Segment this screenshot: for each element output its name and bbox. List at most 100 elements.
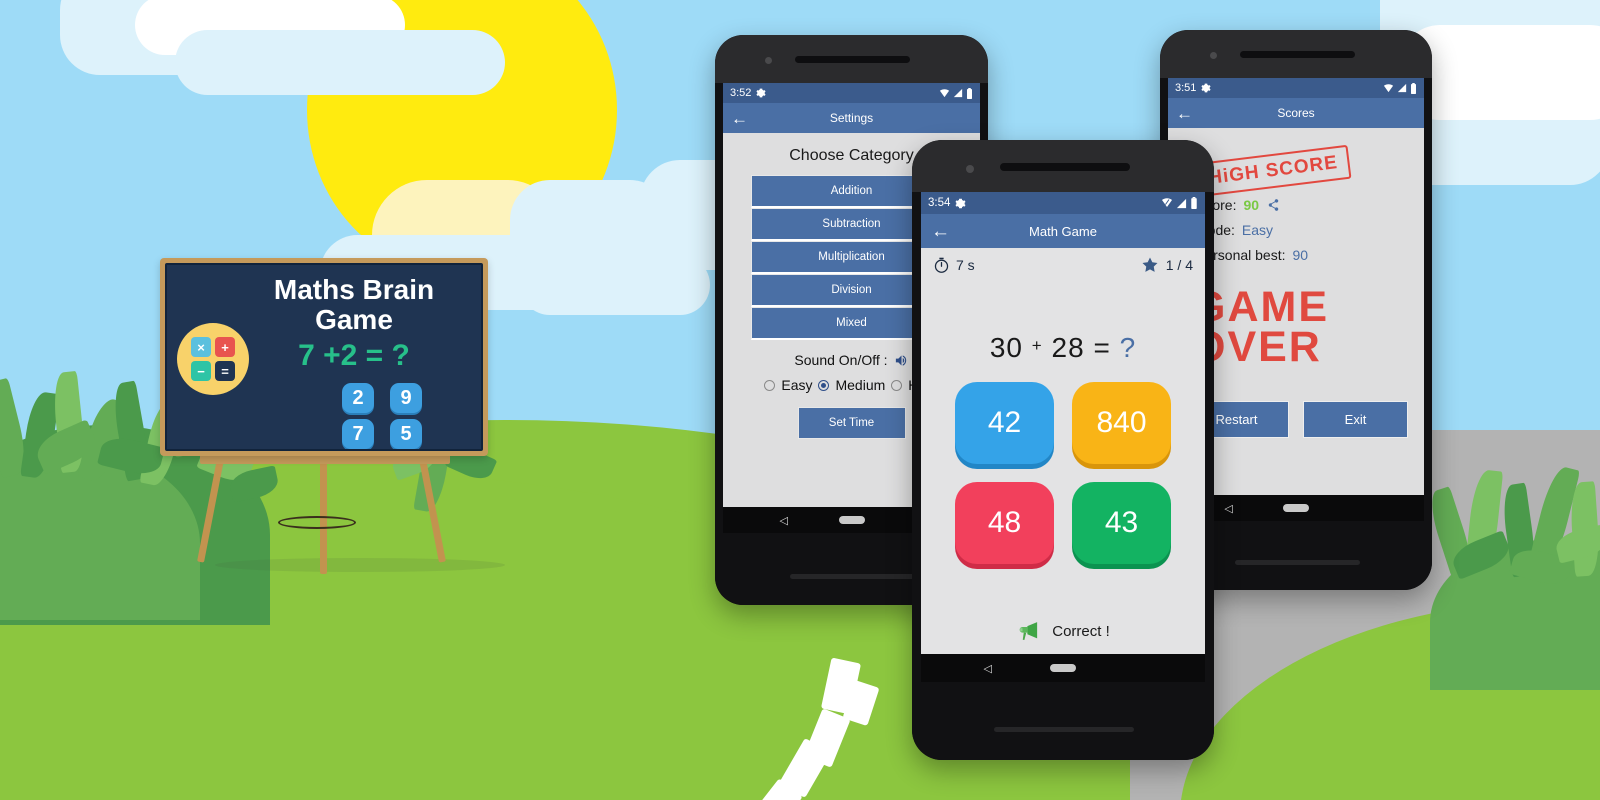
gear-icon [1201,83,1211,93]
nav-home-icon[interactable] [1283,504,1309,512]
radio-medium[interactable] [818,379,830,391]
scores-title: Scores [1277,106,1315,120]
sound-label: Sound On/Off : [794,352,888,368]
game-navbar: ◁ [921,654,1205,682]
equation-left: 30 [989,332,1023,363]
game-over-line1: GAME [1192,283,1329,331]
board-option[interactable]: 5 [390,419,422,449]
signal-icon [1176,198,1187,208]
exit-button[interactable]: Exit [1303,401,1408,438]
status-time: 3:52 [730,87,752,99]
progress-group: 1 / 4 [1141,256,1193,274]
answer-button-3[interactable]: 48 [955,482,1054,564]
star-icon [1142,257,1158,272]
equation-operator: + [1031,336,1043,355]
settings-title: Settings [829,111,874,125]
nav-home-icon[interactable] [838,516,865,524]
board-option[interactable]: 9 [390,383,422,413]
chalkboard-surface: × + − = Maths Brain Game 7 +2 = ? 2 9 7 … [165,263,483,451]
cloud-shape [175,30,505,95]
back-arrow-icon[interactable]: ← [731,110,748,127]
board-option[interactable]: 7 [342,419,374,449]
bottom-speaker-grille [790,574,915,579]
front-camera-icon [1210,52,1217,59]
set-time-button[interactable]: Set Time [797,407,906,439]
chalkboard-shadow [215,558,505,572]
back-arrow-icon[interactable]: ← [1176,105,1193,122]
answer-button-1[interactable]: 42 [955,382,1054,464]
share-icon[interactable] [1266,198,1280,212]
signal-icon [1397,83,1407,93]
nav-back-icon[interactable]: ◁ [780,514,788,527]
nav-back-icon[interactable]: ◁ [983,662,991,675]
battery-icon [967,87,972,99]
feedback-row: Correct ! [921,620,1205,642]
bottom-speaker-grille [994,727,1134,732]
score-value: 90 [1243,197,1260,213]
phone-game: 3:54 ← Math Game 7 s 1 / 4 30 + 28 = ? 4… [912,140,1214,760]
front-camera-icon [765,57,772,64]
board-title-line2: Game [315,304,393,335]
bottom-speaker-grille [1235,560,1360,565]
board-options: 2 9 7 5 [317,377,447,449]
gear-icon [955,198,966,208]
timer-value: 7 s [956,257,975,273]
scores-appbar: ← Scores [1168,98,1424,128]
easel-leg [320,454,327,574]
front-camera-icon [966,165,974,173]
status-time: 3:54 [928,197,951,209]
calc-key-minus-icon: − [191,361,211,381]
score-row: Score: 90 [1196,197,1424,213]
board-title: Maths Brain Game [229,275,479,335]
back-arrow-icon[interactable]: ← [931,222,950,241]
game-over-text: GAME OVER [1192,283,1424,371]
battery-icon [1411,82,1416,94]
wifi-icon [1383,83,1394,92]
nav-home-icon[interactable] [1050,664,1076,672]
earpiece-speaker [795,56,910,63]
game-over-line2: OVER [1192,323,1322,371]
game-hud: 7 s 1 / 4 [921,248,1205,274]
speaker-on-icon[interactable] [894,353,909,368]
scores-statusbar: 3:51 [1168,78,1424,98]
chalkboard-frame: × + − = Maths Brain Game 7 +2 = ? 2 9 7 … [160,258,488,456]
wifi-icon [939,88,950,97]
timer-group: 7 s [933,257,975,274]
status-right-icons [939,87,973,99]
megaphone-icon [1019,622,1038,641]
radio-label-easy: Easy [781,377,813,393]
radio-label-medium: Medium [835,377,886,393]
equation-equals: = [1093,332,1111,363]
progress-value: 1 / 4 [1165,257,1193,273]
game-statusbar: 3:54 [921,192,1205,214]
settings-appbar: ← Settings [723,103,980,133]
signal-icon [953,88,963,98]
radio-easy[interactable] [764,379,776,391]
answer-button-2[interactable]: 840 [1072,382,1171,464]
gear-icon [756,88,766,98]
game-screen: 3:54 ← Math Game 7 s 1 / 4 30 + 28 = ? 4… [921,192,1205,682]
game-equation: 30 + 28 = ? [921,332,1205,364]
wifi-off-icon [1162,198,1172,207]
board-title-line1: Maths Brain [273,274,435,305]
equation-right: 28 [1051,332,1085,363]
game-title: Math Game [1029,223,1097,239]
settings-statusbar: 3:52 [723,83,980,103]
chalkboard: × + − = Maths Brain Game 7 +2 = ? 2 9 7 … [160,258,505,574]
feedback-text: Correct ! [1052,622,1110,640]
stopwatch-icon [934,257,949,273]
status-right-icons [1383,82,1417,94]
game-appbar: ← Math Game [921,214,1205,248]
easel-ring [278,516,356,529]
board-equation: 7 +2 = ? [298,339,410,372]
personal-best-row: Personal best: 90 [1196,247,1424,263]
equation-result: ? [1119,332,1137,363]
banner-stage: × + − = Maths Brain Game 7 +2 = ? 2 9 7 … [0,0,1600,800]
radio-hard[interactable] [891,379,903,391]
board-option[interactable]: 2 [342,383,374,413]
nav-back-icon[interactable]: ◁ [1224,502,1232,515]
answer-button-4[interactable]: 43 [1072,482,1171,564]
calc-key-multiply-icon: × [191,337,211,357]
high-score-stamp: HiGH SCORE [1194,144,1352,198]
battery-icon [1191,197,1197,209]
